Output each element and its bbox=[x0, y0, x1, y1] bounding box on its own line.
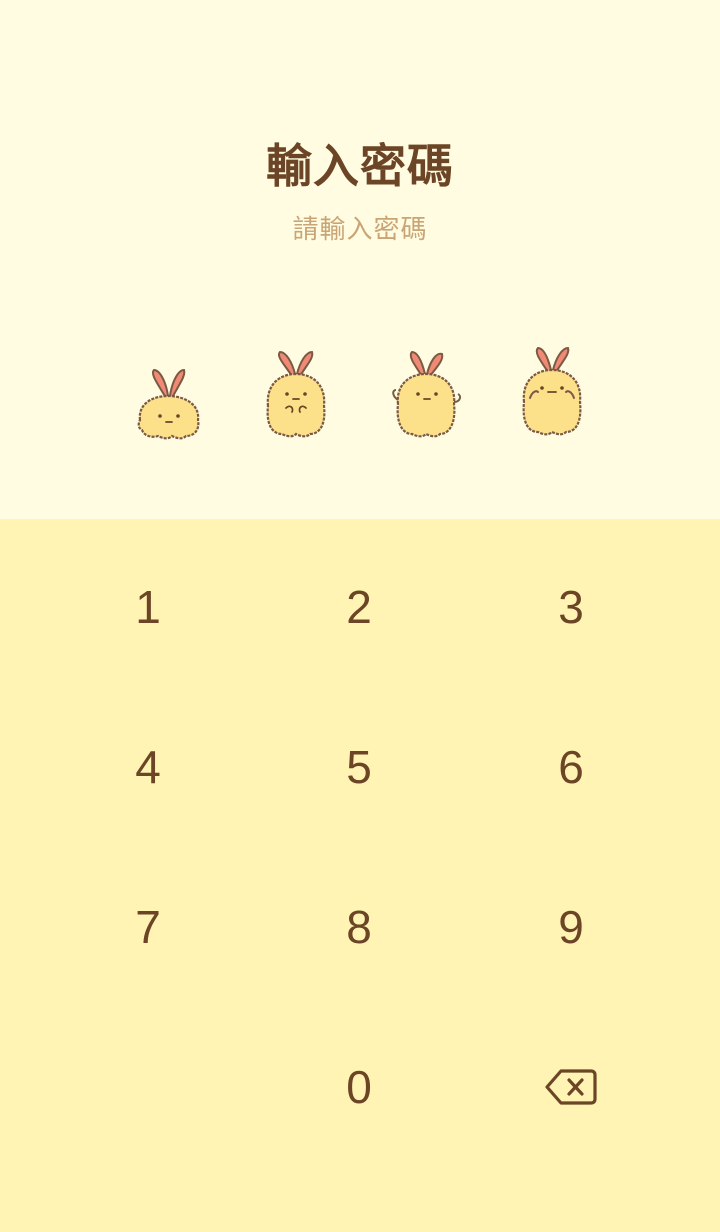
page-title: 輸入密碼 bbox=[266, 139, 454, 193]
key-5[interactable]: 5 bbox=[259, 707, 459, 827]
pin-indicator-2 bbox=[256, 346, 336, 446]
key-1[interactable]: 1 bbox=[48, 547, 248, 667]
key-0[interactable]: 0 bbox=[259, 1027, 459, 1147]
pin-indicator-1 bbox=[128, 360, 208, 460]
pin-indicator-3 bbox=[384, 346, 464, 446]
fried-shrimp-sitting-icon bbox=[137, 368, 200, 440]
key-3[interactable]: 3 bbox=[471, 547, 671, 667]
fried-shrimp-hugging-icon bbox=[266, 350, 326, 438]
key-2[interactable]: 2 bbox=[259, 547, 459, 667]
fried-shrimp-waving-icon bbox=[392, 350, 462, 438]
key-4[interactable]: 4 bbox=[48, 707, 248, 827]
pin-indicator-4 bbox=[512, 342, 592, 442]
backspace-button[interactable] bbox=[471, 1027, 671, 1147]
key-9[interactable]: 9 bbox=[471, 867, 671, 987]
key-8[interactable]: 8 bbox=[259, 867, 459, 987]
header-area: 輸入密碼 請輸入密碼 bbox=[0, 0, 720, 519]
key-7[interactable]: 7 bbox=[48, 867, 248, 987]
page-subtitle: 請輸入密碼 bbox=[292, 215, 428, 245]
keypad: 1 2 3 4 5 6 7 8 9 0 bbox=[0, 519, 720, 1232]
key-6[interactable]: 6 bbox=[471, 707, 671, 827]
fried-shrimp-standing-icon bbox=[522, 346, 582, 436]
backspace-icon bbox=[545, 1069, 597, 1105]
